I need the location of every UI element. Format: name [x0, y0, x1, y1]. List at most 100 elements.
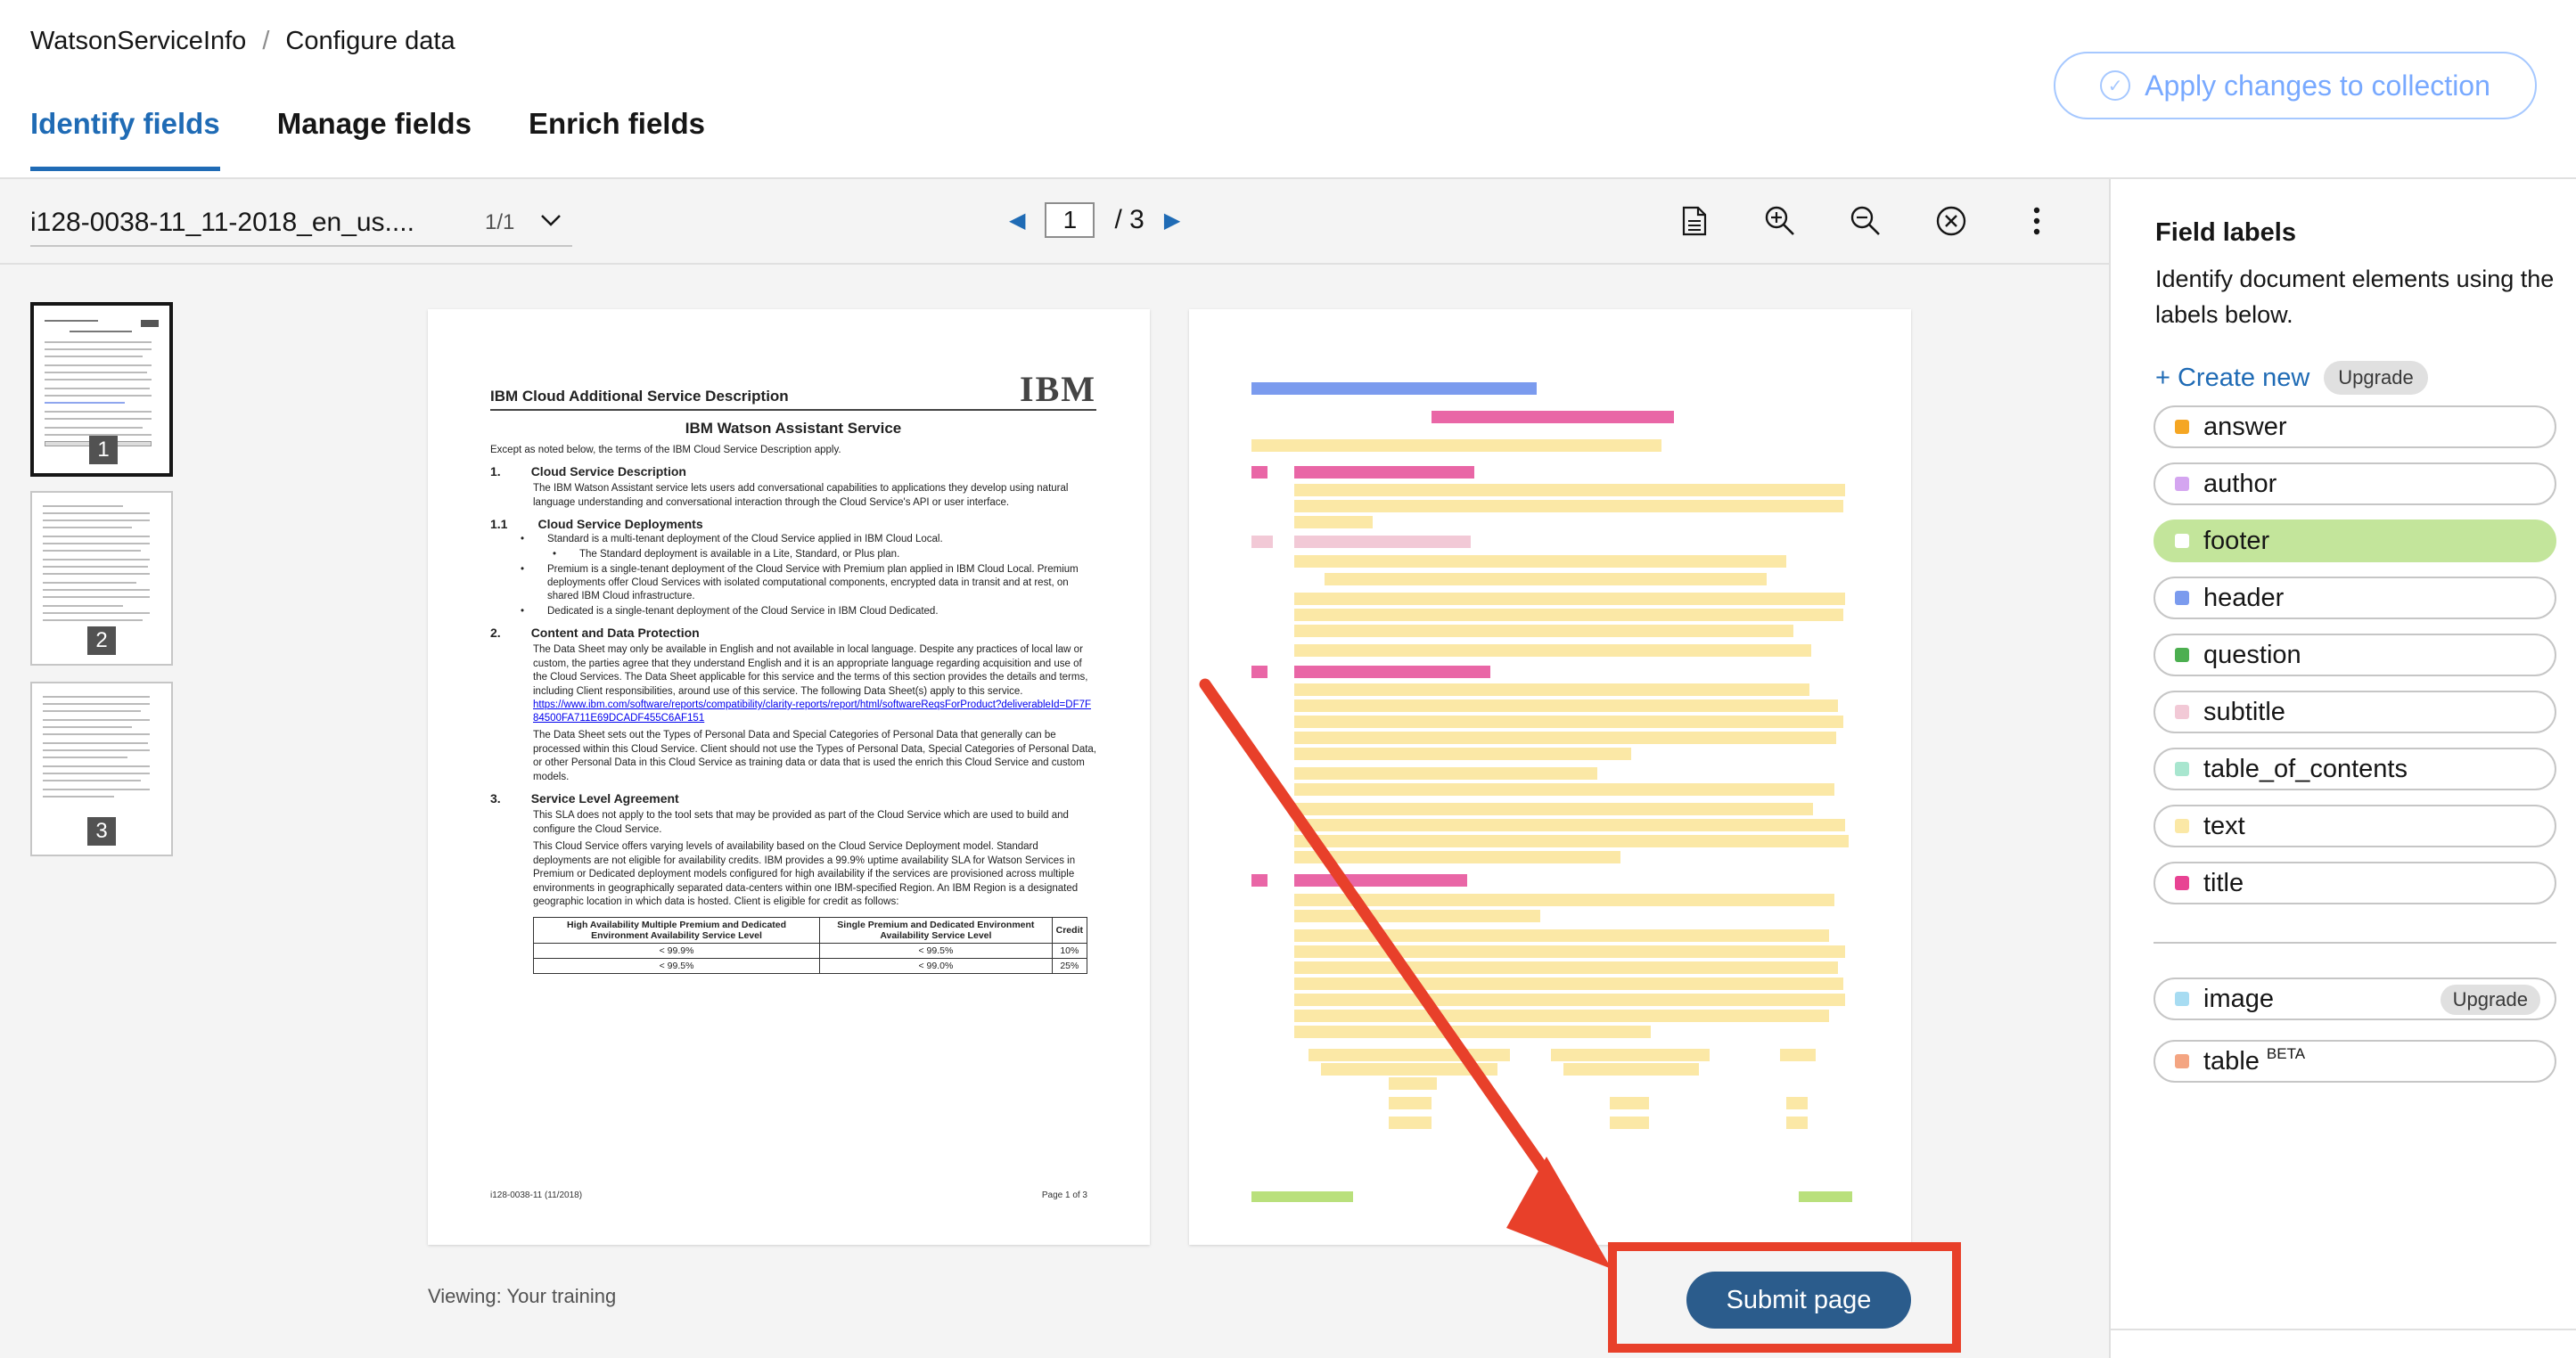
title-label-block[interactable]	[1294, 874, 1467, 887]
text-label-block[interactable]	[1294, 609, 1843, 621]
text-label-block[interactable]	[1294, 516, 1373, 528]
text-label-block[interactable]	[1294, 555, 1786, 568]
zoom-out-icon[interactable]	[1847, 202, 1884, 240]
text-label-block[interactable]	[1610, 1117, 1649, 1129]
text-label-block[interactable]	[1551, 1049, 1710, 1061]
text-label-block[interactable]	[1786, 1117, 1808, 1129]
color-swatch	[2175, 762, 2189, 776]
section-text: This SLA does not apply to the tool sets…	[533, 810, 1069, 835]
title-label-block[interactable]	[1251, 466, 1267, 479]
text-label-block[interactable]	[1294, 683, 1809, 696]
create-new-link[interactable]: + Create new	[2155, 364, 2309, 393]
header-label-block[interactable]	[1251, 382, 1537, 395]
section-text: The Data Sheet sets out the Types of Per…	[533, 730, 1096, 782]
text-label-block[interactable]	[1563, 1063, 1699, 1076]
document-icon[interactable]	[1676, 202, 1713, 240]
title-label-block[interactable]	[1294, 666, 1490, 678]
text-label-block[interactable]	[1610, 1097, 1649, 1109]
text-label-block[interactable]	[1309, 1049, 1510, 1061]
panel-divider	[2154, 942, 2556, 944]
text-label-block[interactable]	[1294, 894, 1834, 906]
document-count: 1/1	[485, 210, 515, 234]
text-label-block[interactable]	[1389, 1077, 1437, 1090]
text-label-block[interactable]	[1786, 1097, 1808, 1109]
subtitle-label-block[interactable]	[1294, 536, 1471, 548]
text-label-block[interactable]	[1294, 644, 1811, 657]
labeled-preview-page[interactable]	[1189, 309, 1911, 1245]
text-label-block[interactable]	[1294, 835, 1849, 847]
text-label-block[interactable]	[1251, 439, 1661, 452]
text-label-block[interactable]	[1294, 945, 1845, 958]
title-label-block[interactable]	[1251, 874, 1267, 887]
field-label-title[interactable]: title	[2154, 862, 2556, 904]
breadcrumb-app-link[interactable]: WatsonServiceInfo	[30, 27, 246, 56]
text-label-block[interactable]	[1294, 1026, 1651, 1038]
footer-label-block[interactable]	[1799, 1191, 1852, 1202]
footer-label-block[interactable]	[1251, 1191, 1353, 1202]
field-label-subtitle[interactable]: subtitle	[2154, 691, 2556, 733]
section-heading: 1. Cloud Service Description	[490, 464, 686, 479]
field-label-footer[interactable]: footer	[2154, 519, 2556, 562]
apply-changes-button[interactable]: ✓ Apply changes to collection	[2054, 52, 2537, 119]
text-label-block[interactable]	[1294, 1010, 1829, 1022]
field-label-table-of-contents[interactable]: table_of_contents	[2154, 748, 2556, 790]
field-label-answer[interactable]: answer	[2154, 405, 2556, 448]
data-sheet-link[interactable]: https://www.ibm.com/software/reports/com…	[533, 699, 1096, 725]
field-label-author[interactable]: author	[2154, 462, 2556, 505]
text-label-block[interactable]	[1294, 851, 1620, 863]
page-number-input[interactable]: 1	[1045, 202, 1095, 238]
text-label-block[interactable]	[1325, 573, 1767, 585]
section-text: The Data Sheet may only be available in …	[533, 644, 1088, 697]
title-label-block[interactable]	[1432, 411, 1674, 423]
text-label-block[interactable]	[1294, 910, 1540, 922]
page-thumbnail[interactable]: 1	[30, 302, 173, 477]
text-label-block[interactable]	[1294, 484, 1845, 496]
page-navigator: ◀ 1 / 3 ▶	[1009, 202, 1180, 238]
field-label-header[interactable]: header	[2154, 577, 2556, 619]
tab-manage-fields[interactable]: Manage fields	[277, 107, 472, 171]
text-label-block[interactable]	[1294, 716, 1843, 728]
text-label-block[interactable]	[1294, 994, 1845, 1006]
text-label-block[interactable]	[1294, 961, 1838, 974]
section-heading: 3. Service Level Agreement	[490, 791, 679, 806]
overflow-menu-icon[interactable]	[2018, 202, 2055, 240]
thumbnail-number: 1	[89, 436, 118, 464]
text-label-block[interactable]	[1294, 699, 1838, 712]
text-label-block[interactable]	[1294, 748, 1631, 760]
field-label-image[interactable]: image Upgrade	[2154, 978, 2556, 1020]
text-label-block[interactable]	[1389, 1097, 1432, 1109]
tab-identify-fields[interactable]: Identify fields	[30, 107, 220, 171]
checkmark-circle-icon: ✓	[2100, 70, 2131, 101]
section-text: This Cloud Service offers varying levels…	[533, 841, 1079, 907]
text-label-block[interactable]	[1294, 978, 1843, 990]
text-label-block[interactable]	[1780, 1049, 1816, 1061]
title-label-block[interactable]	[1294, 466, 1474, 479]
field-label-question[interactable]: question	[2154, 634, 2556, 676]
tab-enrich-fields[interactable]: Enrich fields	[529, 107, 705, 171]
zoom-in-icon[interactable]	[1761, 202, 1799, 240]
page-thumbnail[interactable]: 3	[30, 682, 173, 856]
document-footer-left: i128-0038-11 (11/2018)	[490, 1190, 583, 1200]
text-label-block[interactable]	[1294, 929, 1829, 942]
page-thumbnail[interactable]: 2	[30, 491, 173, 666]
document-page[interactable]: IBM IBM Cloud Additional Service Descrip…	[428, 309, 1150, 1245]
text-label-block[interactable]	[1389, 1117, 1432, 1129]
text-label-block[interactable]	[1321, 1063, 1497, 1076]
text-label-block[interactable]	[1294, 767, 1597, 780]
text-label-block[interactable]	[1294, 732, 1836, 744]
text-label-block[interactable]	[1294, 593, 1845, 605]
previous-page-icon[interactable]: ◀	[1009, 208, 1025, 233]
field-label-table[interactable]: table BETA	[2154, 1040, 2556, 1083]
title-label-block[interactable]	[1251, 666, 1267, 678]
document-dropdown[interactable]: i128-0038-11_11-2018_en_us.... 1/1	[30, 200, 572, 247]
next-page-icon[interactable]: ▶	[1164, 208, 1180, 233]
subtitle-label-block[interactable]	[1251, 536, 1273, 548]
field-label-text[interactable]: text	[2154, 805, 2556, 847]
text-label-block[interactable]	[1294, 500, 1843, 512]
text-label-block[interactable]	[1294, 819, 1845, 831]
viewer-toolbar: i128-0038-11_11-2018_en_us.... 1/1 ◀ 1 /…	[0, 179, 2109, 265]
text-label-block[interactable]	[1294, 625, 1793, 637]
text-label-block[interactable]	[1294, 803, 1813, 815]
text-label-block[interactable]	[1294, 783, 1834, 796]
close-circle-icon[interactable]	[1932, 202, 1970, 240]
